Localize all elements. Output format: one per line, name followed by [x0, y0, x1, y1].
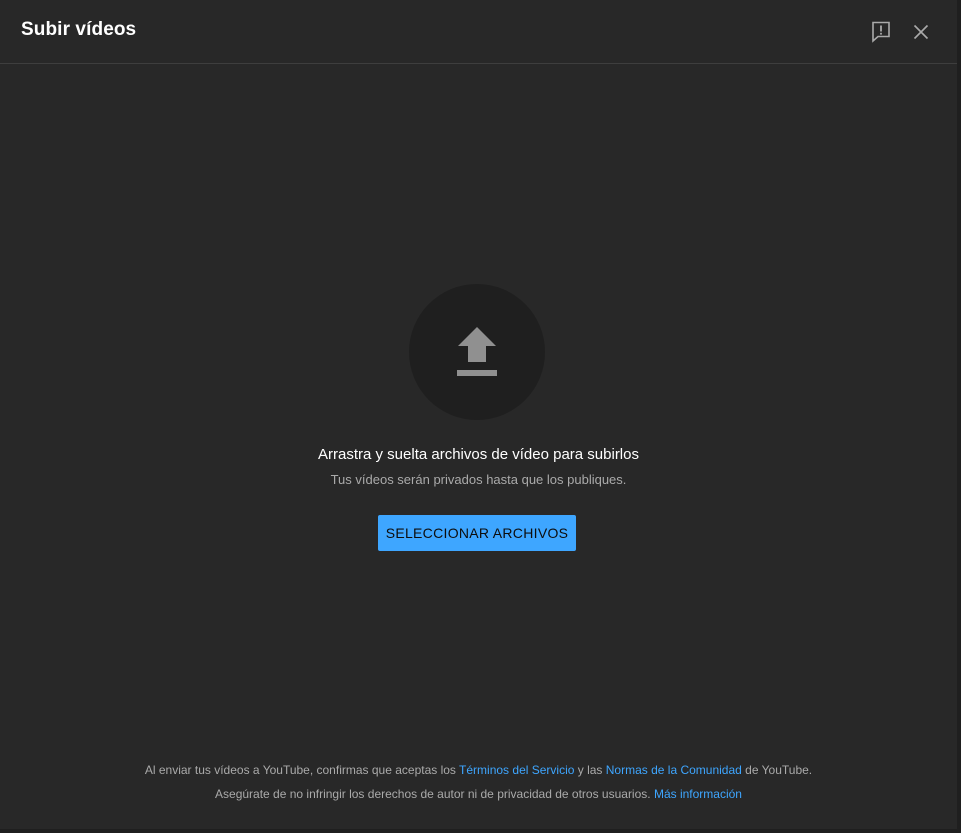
- drop-title: Arrastra y suelta archivos de vídeo para…: [318, 446, 639, 463]
- dialog-title: Subir vídeos: [21, 19, 137, 40]
- community-guidelines-link[interactable]: Normas de la Comunidad: [606, 763, 742, 777]
- feedback-icon: [872, 21, 890, 43]
- footer-line-2: Asegúrate de no infringir los derechos d…: [0, 782, 957, 806]
- footer-line-1: Al enviar tus vídeos a YouTube, confirma…: [0, 758, 957, 782]
- dialog-header: Subir vídeos: [0, 0, 957, 64]
- close-button[interactable]: [909, 20, 933, 44]
- copyright-notice-text: Asegúrate de no infringir los derechos d…: [215, 787, 654, 801]
- footer-text-middle: y las: [574, 763, 606, 777]
- more-info-link[interactable]: Más información: [654, 787, 742, 801]
- terms-of-service-link[interactable]: Términos del Servicio: [459, 763, 574, 777]
- drop-zone[interactable]: Arrastra y suelta archivos de vídeo para…: [0, 64, 957, 829]
- upload-dialog: Subir vídeos Arrastra y suelta archivos …: [0, 0, 957, 829]
- upload-arrow-icon: [457, 327, 497, 376]
- footer-text-suffix: de YouTube.: [741, 763, 813, 777]
- upload-circle[interactable]: [409, 284, 545, 420]
- close-icon: [913, 24, 929, 40]
- footer-notice: Al enviar tus vídeos a YouTube, confirma…: [0, 758, 957, 806]
- drop-subtitle: Tus vídeos serán privados hasta que los …: [330, 472, 627, 487]
- select-files-button[interactable]: SELECCIONAR ARCHIVOS: [378, 515, 576, 551]
- feedback-button[interactable]: [869, 20, 893, 44]
- footer-text-prefix: Al enviar tus vídeos a YouTube, confirma…: [144, 763, 460, 777]
